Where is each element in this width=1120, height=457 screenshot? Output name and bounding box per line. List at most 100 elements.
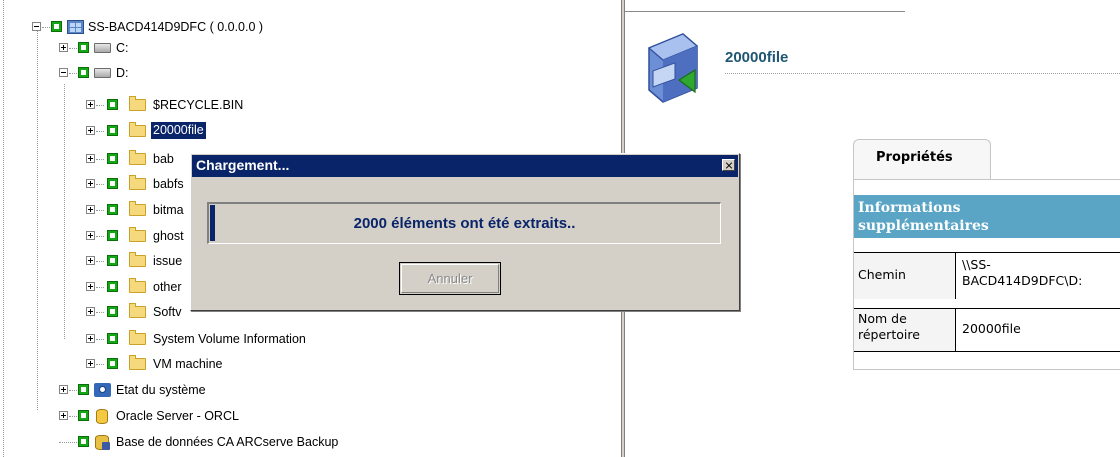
tree-connector [96,105,104,106]
tree-node-label: babfs [153,177,184,191]
folder-icon [129,252,146,267]
tree-connector [96,339,104,340]
tree-connector [96,364,104,365]
tree-node-label: D: [116,66,129,80]
property-label: Nom de répertoire [854,309,956,351]
folder-icon [129,96,146,111]
tree-connector [64,84,65,339]
tree-node-label: C: [116,41,129,55]
folder-large-icon [647,33,699,103]
tree-node-label: $RECYCLE.BIN [153,98,244,112]
tree-connector [96,261,104,262]
computer-icon [67,20,84,34]
expand-toggle[interactable] [59,411,68,420]
folder-icon [129,227,146,242]
header-strip [625,0,905,12]
tree-guide-line [3,0,5,457]
tree-node-label: SS-BACD414D9DFC ( 0.0.0.0 ) [88,20,264,34]
checkbox-checked[interactable] [78,384,89,395]
checkbox-checked[interactable] [107,178,118,189]
expand-toggle[interactable] [86,154,95,163]
database-icon [96,409,108,424]
checkbox-checked[interactable] [107,125,118,136]
tree-connector [96,159,104,160]
tree-connector [69,73,77,74]
expand-toggle[interactable] [86,205,95,214]
folder-icon [129,175,146,190]
tree-node-label: bitma [153,203,184,217]
close-icon[interactable] [722,159,735,171]
property-label: Chemin [854,253,956,299]
checkbox-checked[interactable] [107,153,118,164]
folder-icon [129,303,146,318]
checkbox-checked[interactable] [107,333,118,344]
arcserve-database-icon [95,435,110,450]
checkbox-checked[interactable] [107,281,118,292]
property-value: 20000file [962,321,1021,336]
tree-connector [69,48,77,49]
checkbox-checked[interactable] [107,99,118,110]
dialog-title-bar[interactable]: Chargement... [192,155,738,177]
expand-toggle[interactable] [86,231,95,240]
folder-icon [129,201,146,216]
tree-connector [69,416,77,417]
tree-connector [59,442,77,443]
expand-toggle[interactable] [59,385,68,394]
checkbox-checked[interactable] [78,42,89,53]
checkbox-checked[interactable] [107,358,118,369]
checkbox-checked[interactable] [78,436,89,447]
expand-toggle[interactable] [59,43,68,52]
title-divider [725,73,1120,74]
expand-toggle[interactable] [86,282,95,291]
tree-node-label: Oracle Server - ORCL [116,409,239,423]
tab-properties[interactable]: Propriétés [853,139,991,179]
tree-node-label: issue [153,254,183,268]
drive-icon [94,43,111,53]
tree-connector [96,184,104,185]
expand-toggle[interactable] [86,100,95,109]
collapse-toggle[interactable] [59,68,68,77]
collapse-toggle[interactable] [32,22,41,31]
checkbox-checked[interactable] [78,410,89,421]
tree-connector [37,30,38,410]
dialog-title: Chargement... [196,157,290,173]
folder-icon [129,278,146,293]
progress-bar: 2000 éléments ont été extraits.. [207,202,721,244]
expand-toggle[interactable] [86,359,95,368]
tree-connector [96,287,104,288]
checkbox-checked[interactable] [107,306,118,317]
tree-node-label: other [153,280,182,294]
folder-icon [129,122,146,137]
cancel-button[interactable]: Annuler [399,262,501,295]
details-title: 20000file [725,49,789,66]
expand-toggle[interactable] [86,256,95,265]
expand-toggle[interactable] [86,307,95,316]
checkbox-checked[interactable] [107,255,118,266]
system-state-icon [94,383,111,397]
properties-panel: Informations supplémentaires Chemin \\SS… [853,179,1120,370]
loading-dialog: Chargement... 2000 éléments ont été extr… [190,153,740,311]
expand-toggle[interactable] [86,179,95,188]
tree-node-label: Softv [153,305,182,319]
expand-toggle[interactable] [86,334,95,343]
tree-node-label: bab [153,152,174,166]
checkbox-checked[interactable] [107,204,118,215]
info-section-header: Informations supplémentaires [854,195,1120,238]
property-row-directory: Nom de répertoire 20000file [854,308,1120,352]
info-section-title: Informations supplémentaires [858,200,989,234]
cancel-button-label: Annuler [401,264,499,293]
tree-node-label: Base de données CA ARCserve Backup [116,435,339,449]
expand-toggle[interactable] [86,126,95,135]
tree-connector [96,131,104,132]
checkbox-checked[interactable] [107,230,118,241]
tab-label: Propriétés [876,150,953,165]
checkbox-checked[interactable] [78,67,89,78]
drive-icon [94,68,111,78]
tree-connector [69,390,77,391]
tree-connector [42,27,50,28]
checkbox-checked[interactable] [51,21,62,32]
folder-icon [129,150,146,165]
tree-connector [96,312,104,313]
folder-icon [129,330,146,345]
tree-connector [96,236,104,237]
